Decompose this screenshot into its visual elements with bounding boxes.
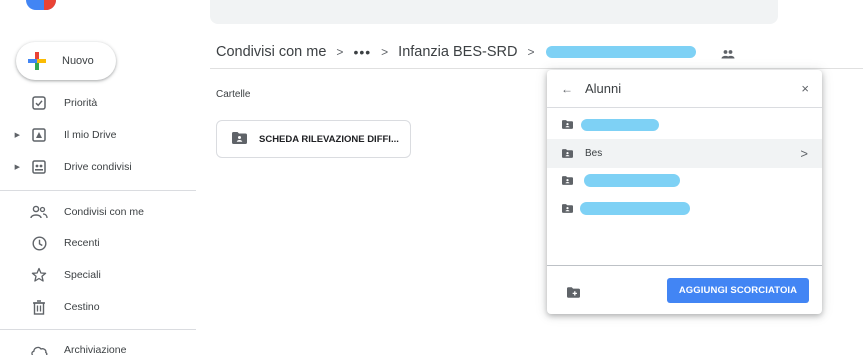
dialog-header: ← Alunni × bbox=[547, 70, 822, 108]
new-button[interactable]: Nuovo bbox=[16, 42, 116, 80]
drive-icon bbox=[30, 126, 48, 144]
sidebar-item-trash[interactable]: Cestino bbox=[0, 293, 200, 321]
dialog-folder-label: Bes bbox=[585, 148, 603, 159]
breadcrumb-folder[interactable]: Infanzia BES-SRD bbox=[398, 44, 517, 60]
sidebar-item-label: Condivisi con me bbox=[64, 206, 144, 218]
back-arrow-icon[interactable]: ← bbox=[561, 82, 573, 96]
redacted-folder-name bbox=[584, 174, 680, 187]
folder-card-label: SCHEDA RILEVAZIONE DIFFI... bbox=[259, 133, 399, 145]
close-icon[interactable]: × bbox=[801, 81, 809, 96]
dialog-folder-row[interactable] bbox=[547, 194, 822, 223]
sidebar-item-label: Cestino bbox=[64, 301, 100, 313]
shared-people-icon[interactable] bbox=[721, 46, 735, 64]
breadcrumb-separator: > bbox=[381, 45, 389, 59]
dialog-footer-divider bbox=[547, 265, 822, 266]
trash-icon bbox=[30, 298, 48, 316]
breadcrumb-separator: > bbox=[336, 45, 344, 59]
shared-folder-icon bbox=[562, 145, 573, 163]
shared-folder-icon bbox=[232, 131, 247, 147]
breadcrumb-shared-with-me[interactable]: Condivisi con me bbox=[216, 44, 326, 60]
people-icon bbox=[30, 203, 48, 221]
search-bar[interactable] bbox=[210, 0, 778, 24]
sidebar-item-label: Priorità bbox=[64, 97, 98, 109]
shared-folder-icon bbox=[562, 200, 573, 218]
sidebar-item-priority[interactable]: Priorità bbox=[0, 89, 200, 117]
breadcrumb-current-redacted[interactable] bbox=[546, 46, 697, 58]
redacted-folder-name bbox=[580, 202, 690, 215]
drive-logo[interactable] bbox=[26, 0, 56, 10]
expand-arrow-icon[interactable]: ▶ bbox=[0, 163, 20, 171]
clock-icon bbox=[30, 234, 48, 252]
star-icon bbox=[30, 266, 48, 284]
folder-card[interactable]: SCHEDA RILEVAZIONE DIFFI... bbox=[216, 120, 411, 158]
redacted-folder-name bbox=[581, 118, 659, 131]
sidebar-item-label: Il mio Drive bbox=[64, 129, 117, 141]
dialog-folder-row[interactable] bbox=[547, 166, 822, 195]
plus-icon bbox=[28, 52, 46, 70]
breadcrumb: Condivisi con me > ••• > Infanzia BES-SR… bbox=[216, 42, 697, 62]
new-folder-icon[interactable] bbox=[567, 285, 580, 303]
sidebar-item-label: Recenti bbox=[64, 237, 100, 249]
shared-folder-icon bbox=[562, 172, 573, 190]
sidebar-divider bbox=[0, 190, 196, 191]
add-shortcut-dialog: ← Alunni × Bes > AGGIUNGI SCORCIATOIA bbox=[547, 70, 822, 314]
dialog-title: Alunni bbox=[585, 81, 622, 96]
sidebar-item-label: Speciali bbox=[64, 269, 101, 281]
header-divider bbox=[210, 68, 863, 69]
cloud-icon bbox=[30, 341, 48, 355]
dialog-folder-row-bes[interactable]: Bes > bbox=[547, 139, 822, 168]
breadcrumb-separator: > bbox=[527, 45, 535, 59]
checkbox-icon bbox=[30, 94, 48, 112]
sidebar-item-my-drive[interactable]: ▶ Il mio Drive bbox=[0, 121, 200, 149]
sidebar-item-recent[interactable]: Recenti bbox=[0, 229, 200, 257]
chevron-right-icon[interactable]: > bbox=[800, 146, 808, 161]
add-shortcut-button[interactable]: AGGIUNGI SCORCIATOIA bbox=[667, 278, 809, 303]
expand-arrow-icon[interactable]: ▶ bbox=[0, 131, 20, 139]
shared-folder-icon bbox=[562, 116, 573, 134]
sidebar-item-shared-drives[interactable]: ▶ Drive condivisi bbox=[0, 153, 200, 181]
sidebar-item-label: Archiviazione bbox=[64, 344, 127, 355]
sidebar-item-starred[interactable]: Speciali bbox=[0, 261, 200, 289]
folders-section-label: Cartelle bbox=[216, 89, 251, 100]
dialog-folder-row[interactable] bbox=[547, 110, 822, 139]
sidebar-item-storage[interactable]: Archiviazione bbox=[0, 336, 200, 355]
sidebar-divider bbox=[0, 329, 196, 330]
sidebar-item-label: Drive condivisi bbox=[64, 161, 132, 173]
new-button-label: Nuovo bbox=[62, 55, 94, 67]
shared-drive-icon bbox=[30, 158, 48, 176]
sidebar-item-shared-with-me[interactable]: Condivisi con me bbox=[0, 198, 200, 226]
breadcrumb-more-icon[interactable]: ••• bbox=[353, 44, 371, 60]
